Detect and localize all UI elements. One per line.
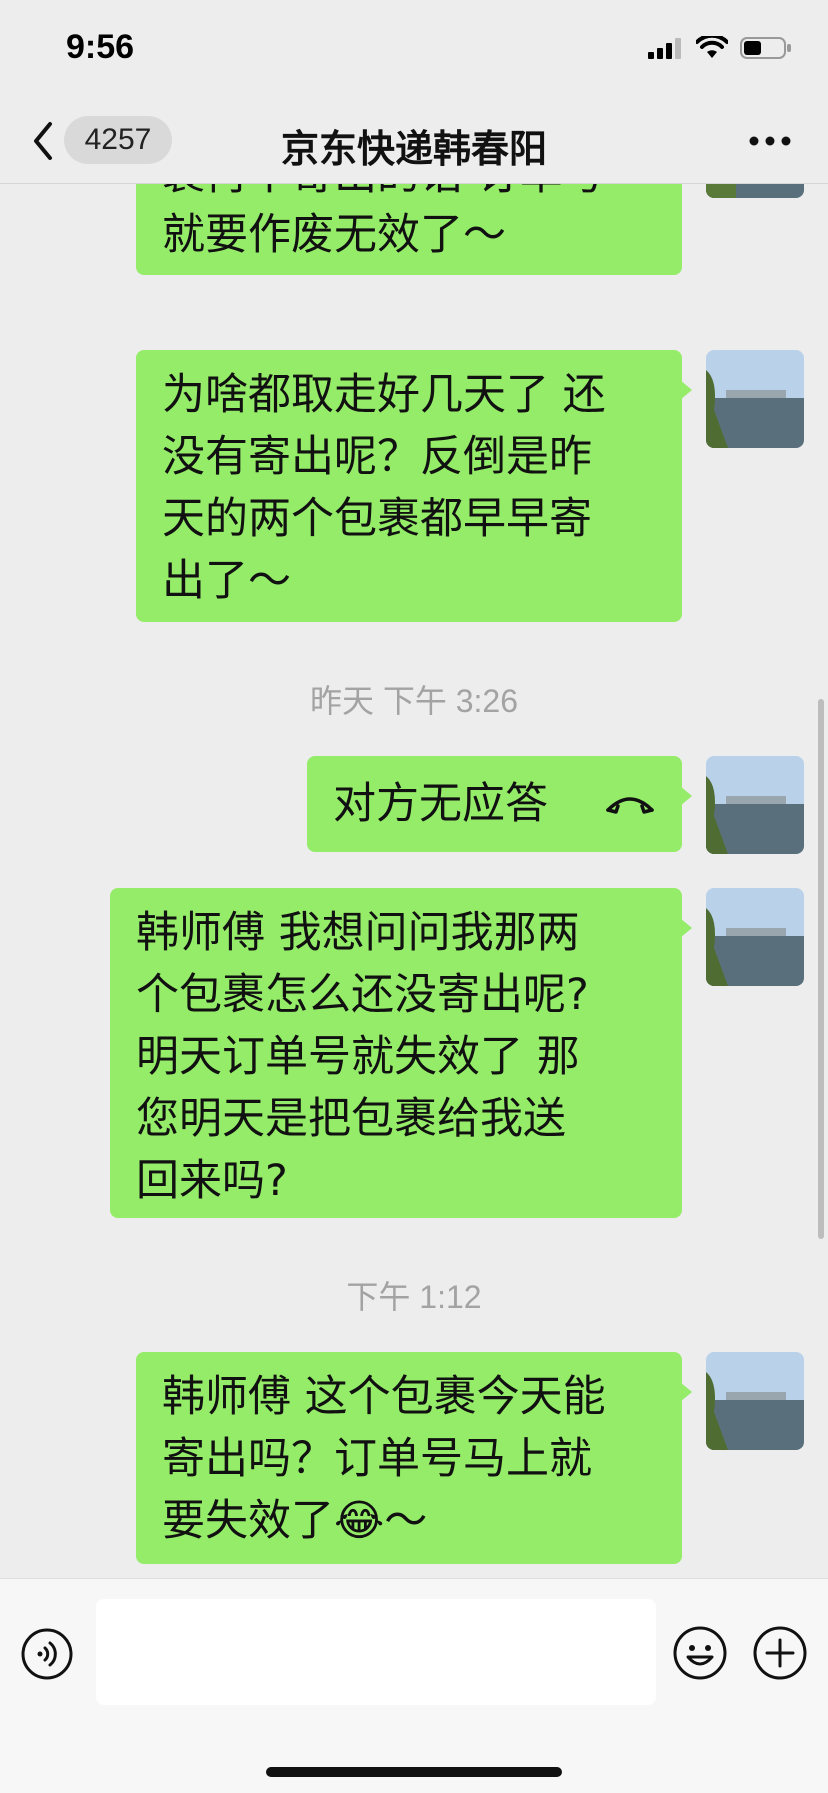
avatar-image [706,888,804,986]
message-text-line: 天的两个包裹都早早寄 [162,494,592,544]
message-bubble[interactable]: 韩师傅 这个包裹今天能 寄出吗？订单号马上就 要失效了😂～ [136,1352,692,1564]
plus-icon[interactable] [752,1625,808,1681]
message-text-line: 明天订单号就失效了 那 [136,1032,580,1082]
message-text-line: 回来吗? [136,1156,288,1206]
avatar[interactable] [706,756,804,854]
message-text-line: 韩师傅 我想问问我那两 [136,908,580,958]
message-text-line: 裹再不寄出的话 订单号 [162,184,606,206]
message-bubble[interactable]: 裹再不寄出的话 订单号 就要作废无效了～ [136,184,682,275]
wifi-icon [696,36,728,58]
chevron-left-icon[interactable] [26,118,60,164]
avatar[interactable] [706,888,804,986]
more-dots-icon[interactable] [748,134,792,148]
message-bubble[interactable]: 韩师傅 我想问问我那两 个包裹怎么还没寄出呢? 明天订单号就失效了 那 您明天是… [110,888,692,1218]
status-time: 9:56 [66,28,135,66]
avatar-image [706,184,804,198]
home-indicator[interactable] [266,1767,562,1777]
message-timestamp: 昨天 下午 3:26 [309,683,519,719]
message-text-line: 寄出吗？订单号马上就 [162,1434,592,1484]
message-timestamp: 下午 1:12 [346,1279,482,1315]
unread-count-badge[interactable]: 4257 [64,116,172,164]
laughing-emoji: 😂 [334,1496,385,1546]
hangup-phone-icon [606,797,654,814]
chat-area[interactable]: 裹再不寄出的话 订单号 就要作废无效了～ 为啥都取走好几天了 还 没有寄出呢？反… [0,184,828,1578]
input-bar [0,1578,828,1793]
avatar[interactable] [706,1352,804,1450]
message-text-line: 个包裹怎么还没寄出呢? [136,970,589,1020]
message-text-line: 您明天是把包裹给我送 [136,1094,566,1144]
message-text-line: 出了～ [162,556,291,606]
emoji-icon[interactable] [672,1625,728,1681]
avatar-image [706,1352,804,1450]
message-input[interactable] [96,1599,656,1705]
message-text-line: 没有寄出呢？反倒是昨 [162,432,592,482]
message-text-line: 韩师傅 这个包裹今天能 [162,1372,606,1422]
status-icons [648,36,792,60]
message-last-line: 要失效了😂～ [162,1490,658,1552]
call-bubble[interactable]: 对方无应答 [307,756,692,852]
avatar-image [706,350,804,448]
message-text-line: 要失效了 [162,1496,334,1546]
status-bar: 9:56 [0,0,828,100]
voice-input-icon[interactable] [20,1627,74,1681]
message-bubble[interactable]: 为啥都取走好几天了 还 没有寄出呢？反倒是昨 天的两个包裹都早早寄 出了～ [136,350,692,622]
message-text-tail: ～ [384,1496,428,1546]
scrollbar[interactable] [818,699,824,1239]
avatar-image [706,756,804,854]
chat-header: 4257 京东快递韩春阳 [0,100,828,184]
battery-icon [740,37,791,59]
call-status-text: 对方无应答 [333,779,548,829]
avatar[interactable] [706,350,804,448]
avatar[interactable] [706,184,804,198]
message-text-line: 就要作废无效了～ [162,210,506,260]
message-text-line: 为啥都取走好几天了 还 [162,370,606,420]
signal-icon [648,38,681,59]
